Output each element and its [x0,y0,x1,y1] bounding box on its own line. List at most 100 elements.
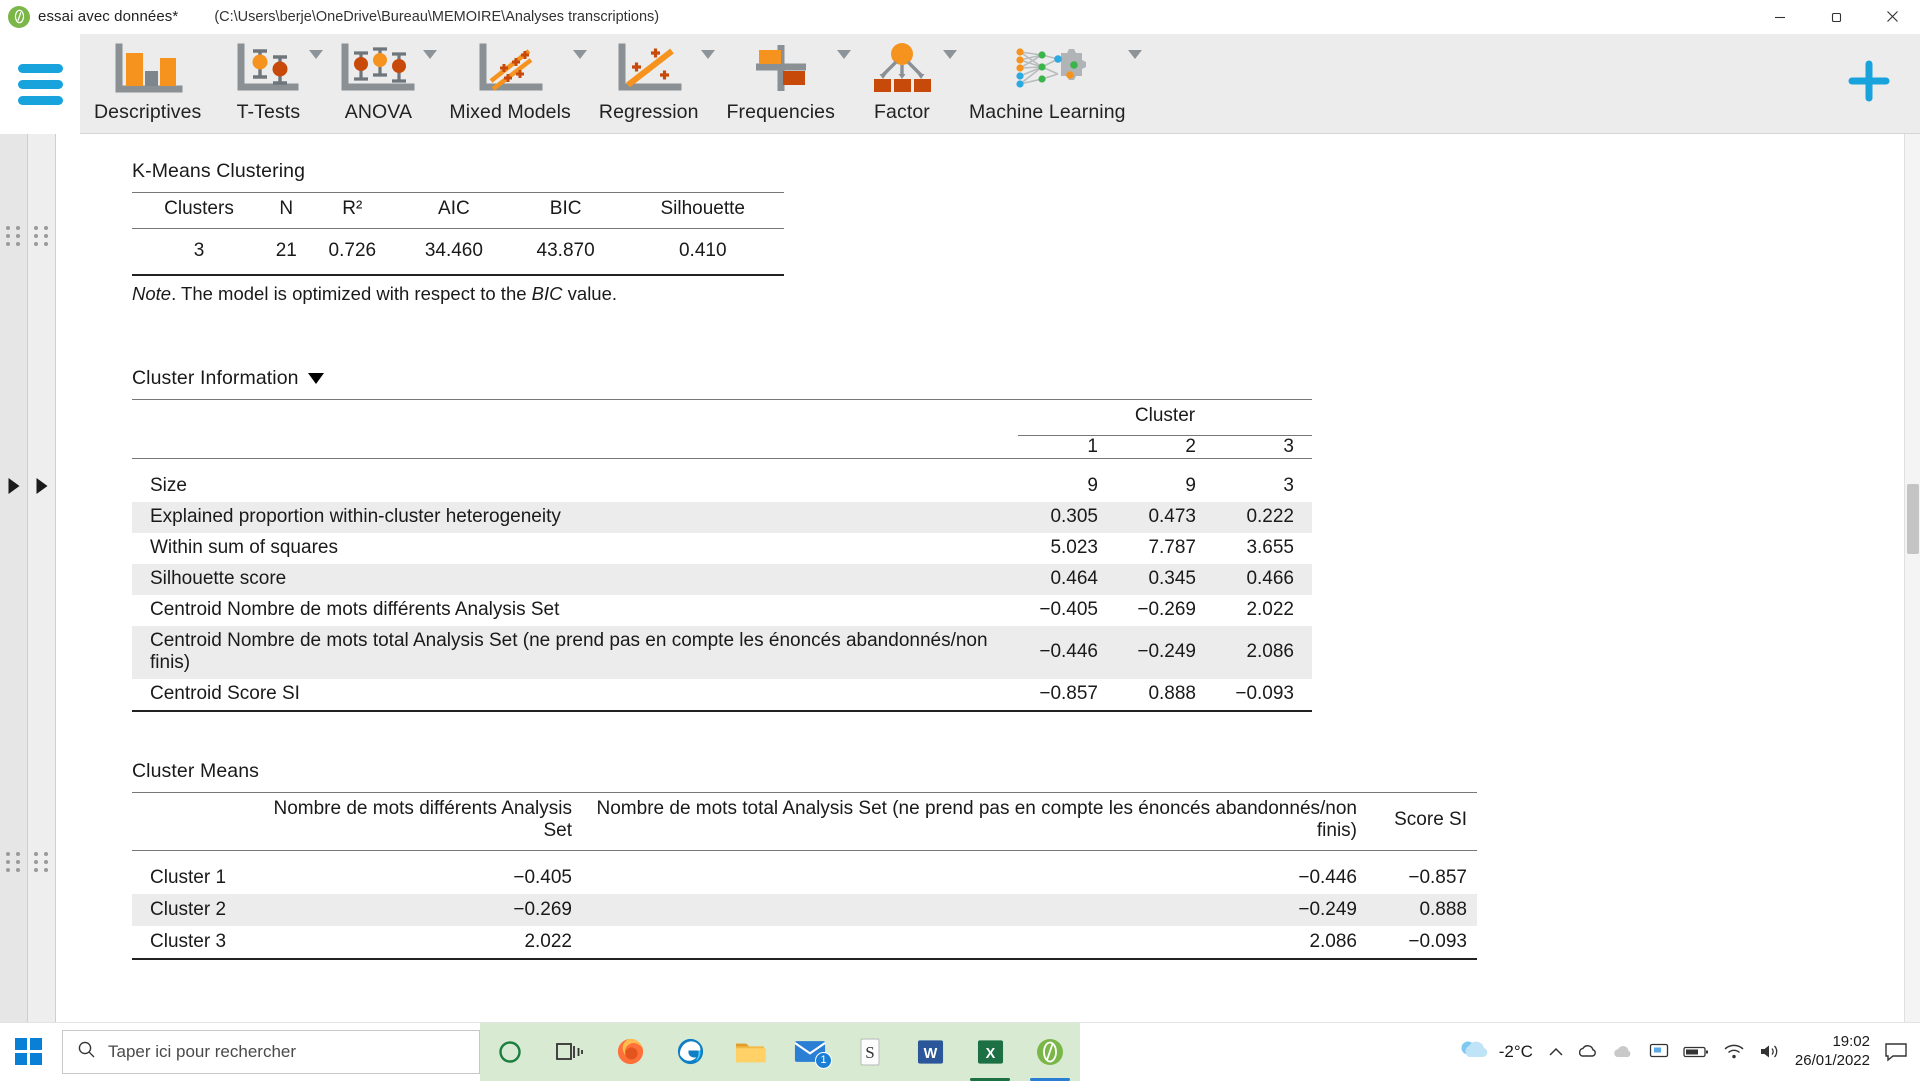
svg-text:S: S [865,1043,874,1062]
clock-date: 26/01/2022 [1795,1052,1870,1071]
ribbon-items: Descriptives T-Tests [80,34,1140,134]
table-row: Centroid Nombre de mots différents Analy… [132,595,1312,626]
cell: 0.473 [1116,502,1214,533]
window-controls [1752,0,1920,34]
cluster-information-table: Cluster 1 2 3 Size 9 [132,399,1312,712]
cell: 0.305 [1018,502,1116,533]
table-row: Centroid Nombre de mots total Analysis S… [132,626,1312,679]
table-row: 3 21 0.726 34.460 43.870 0.410 [132,229,784,276]
cell: 43.870 [510,229,622,276]
temperature-label: -2°C [1499,1042,1533,1062]
excel-icon[interactable]: X [960,1023,1020,1081]
ribbon-item-mixed-models[interactable]: Mixed Models [435,40,585,124]
cell: −0.249 [1116,626,1214,679]
display-icon[interactable] [1649,1043,1669,1060]
firefox-icon[interactable] [600,1023,660,1081]
cloud-sync-icon[interactable] [1613,1044,1635,1060]
cell: 2.022 [252,926,582,959]
taskbar-apps: 1 S W X [480,1023,1080,1081]
table-header-row: Cluster [132,400,1312,436]
clock[interactable]: 19:02 26/01/2022 [1795,1033,1870,1071]
ribbon-item-label: Mixed Models [449,101,571,124]
ribbon-item-machine-learning[interactable]: Machine Learning [955,40,1140,124]
battery-icon[interactable] [1683,1045,1709,1059]
scrollbar-thumb[interactable] [1907,484,1919,554]
file-explorer-icon[interactable] [720,1023,780,1081]
mail-icon[interactable]: 1 [780,1023,840,1081]
cell: −0.446 [1018,626,1116,679]
row-label: Centroid Nombre de mots différents Analy… [132,595,1018,626]
windows-start-icon[interactable] [0,1023,56,1081]
plus-icon[interactable] [1846,58,1892,109]
row-label: Cluster 1 [132,862,252,894]
jasp-icon[interactable] [1020,1023,1080,1081]
column-header: Nombre de mots total Analysis Set (ne pr… [582,792,1367,850]
drag-grip-icon[interactable] [34,852,50,872]
wifi-icon[interactable] [1723,1043,1745,1060]
row-label: Within sum of squares [132,533,1018,564]
cell: −0.405 [252,862,582,894]
column-header: 3 [1214,436,1312,459]
column-header: Clusters [132,193,266,229]
column-header: Score SI [1367,792,1477,850]
kmeans-note: Note. The model is optimized with respec… [132,283,1880,305]
ribbon-item-label: Regression [599,101,699,124]
restore-button[interactable] [1808,0,1864,34]
cell: −0.093 [1214,679,1312,711]
edge-icon[interactable] [660,1023,720,1081]
minimize-button[interactable] [1752,0,1808,34]
cell: −0.093 [1367,926,1477,959]
kmeans-table: Clusters N R² AIC BIC Silhouette 3 21 0. [132,192,784,276]
weather-widget[interactable]: -2°C [1457,1037,1533,1066]
svg-text:X: X [985,1045,995,1061]
chevron-down-icon[interactable] [1128,50,1142,59]
cell: 2.086 [1214,626,1312,679]
ribbon-item-descriptives[interactable]: Descriptives [80,40,215,124]
ribbon-toolbar: Descriptives T-Tests [0,34,1920,134]
column-header: N [266,193,307,229]
expand-analyses-panel-icon[interactable] [36,478,47,494]
cell: −0.249 [582,894,1367,926]
column-header [132,792,252,850]
chevron-up-icon[interactable] [1547,1045,1565,1059]
sumatra-pdf-icon[interactable]: S [840,1023,900,1081]
notification-icon[interactable] [1884,1042,1908,1062]
search-input[interactable]: Taper ici pour rechercher [62,1030,480,1074]
ribbon-item-frequencies[interactable]: Frequencies [713,40,849,124]
jasp-logo-icon [8,6,30,28]
table-row: Cluster 1 −0.405 −0.446 −0.857 [132,862,1477,894]
cortana-icon[interactable] [480,1023,540,1081]
close-button[interactable] [1864,0,1920,34]
results-scrollbar[interactable] [1904,134,1920,1080]
clock-time: 19:02 [1832,1033,1870,1052]
row-label: Centroid Score SI [132,679,1018,711]
frequencies-icon [742,40,820,100]
cell: 0.222 [1214,502,1312,533]
hamburger-menu-icon[interactable] [18,64,63,105]
table-row: Cluster 3 2.022 2.086 −0.093 [132,926,1477,959]
expand-data-panel-icon[interactable] [8,478,19,494]
triangle-down-icon[interactable] [308,373,324,384]
search-icon [77,1040,96,1064]
ribbon-item-regression[interactable]: Regression [585,40,713,124]
group-header: Cluster [1018,400,1312,436]
header-spacer [132,436,1018,459]
onedrive-icon[interactable] [1579,1044,1599,1060]
ribbon-item-anova[interactable]: ANOVA [321,40,435,124]
bar-chart-icon [109,40,187,100]
drag-grip-icon[interactable] [34,226,50,246]
ribbon-item-t-tests[interactable]: T-Tests [215,40,321,124]
drag-grip-icon[interactable] [6,226,22,246]
ribbon-menu-area [0,34,80,134]
volume-icon[interactable] [1759,1043,1781,1060]
results-panel[interactable]: K-Means Clustering Clusters N R² AIC BIC… [56,134,1920,1080]
svg-text:W: W [923,1045,937,1061]
data-panel-handle[interactable] [0,134,28,1080]
ribbon-item-factor[interactable]: Factor [849,40,955,124]
analyses-panel-handle[interactable] [28,134,56,1080]
word-icon[interactable]: W [900,1023,960,1081]
task-view-icon[interactable] [540,1023,600,1081]
drag-grip-icon[interactable] [6,852,22,872]
title-text: Cluster Information [132,367,299,390]
table-row [132,850,1477,862]
